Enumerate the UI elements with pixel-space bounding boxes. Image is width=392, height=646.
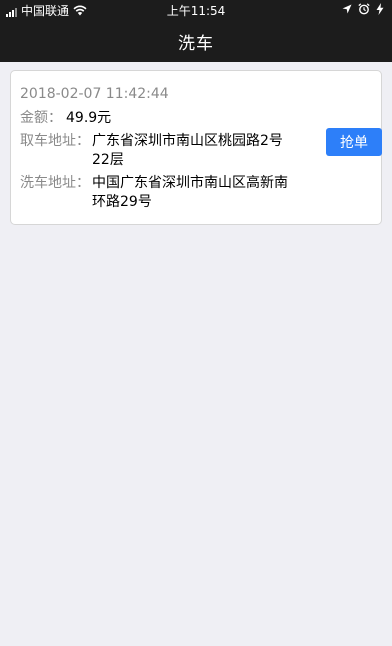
status-right	[342, 3, 384, 15]
grab-order-button[interactable]: 抢单	[326, 128, 382, 156]
status-bar: 中国联通 上午11:54	[0, 0, 392, 20]
pickup-address-label: 取车地址：	[20, 133, 90, 149]
alarm-icon	[358, 3, 370, 15]
amount-label: 金额：	[20, 110, 62, 126]
page-title: 洗车	[178, 33, 214, 54]
wash-address-label: 洗车地址：	[20, 175, 90, 191]
nav-bar: 洗车	[0, 20, 392, 62]
location-arrow-icon	[342, 4, 352, 14]
order-timestamp: 2018-02-07 11:42:44	[20, 86, 169, 102]
charging-icon	[376, 3, 384, 15]
pickup-address-value: 广东省深圳市南山区桃园路2号22层	[92, 133, 283, 168]
amount-value: 49.9元	[66, 110, 112, 126]
pickup-address-row: 取车地址： 广东省深圳市南山区桃园路2号22层	[20, 132, 371, 170]
wash-address-value: 中国广东省深圳市南山区高新南环路29号	[92, 175, 288, 210]
status-time: 上午11:54	[166, 4, 226, 18]
amount-row: 金额： 49.9元	[20, 109, 371, 128]
wash-address-row: 洗车地址： 中国广东省深圳市南山区高新南环路29号	[20, 174, 371, 212]
